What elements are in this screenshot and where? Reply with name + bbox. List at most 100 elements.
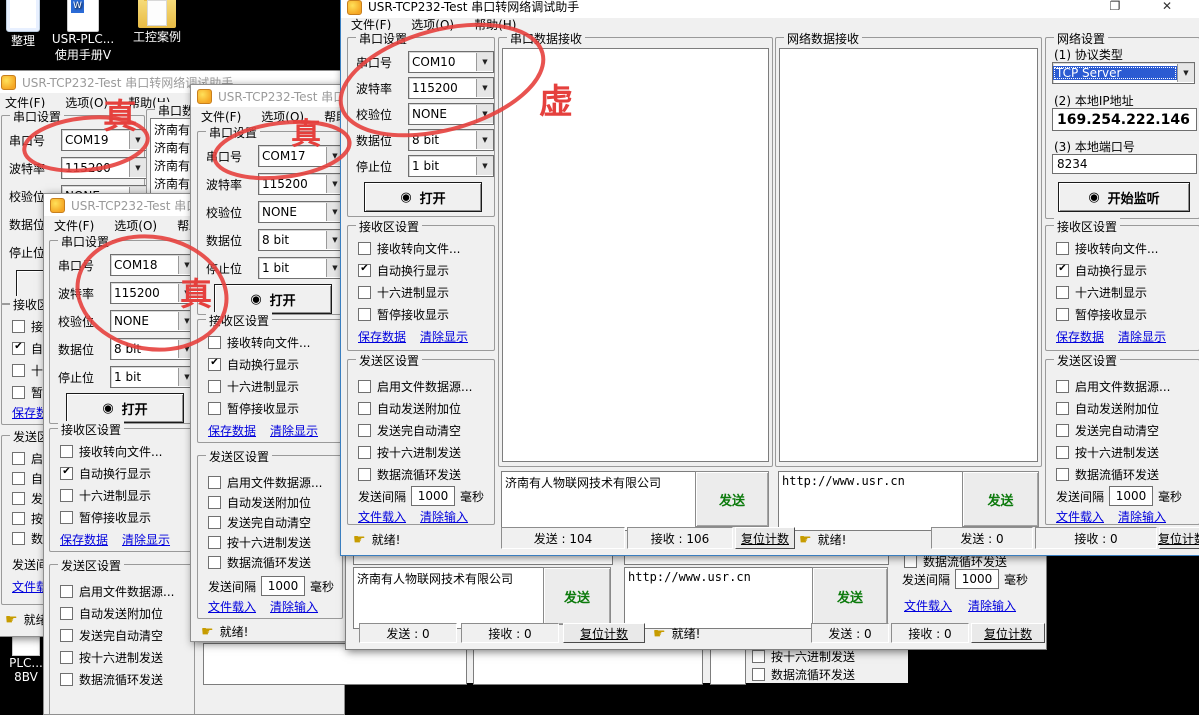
clear-input-link[interactable]: 清除输入 <box>968 597 1016 614</box>
network-receive-box[interactable] <box>779 48 1038 462</box>
checkbox-file-source[interactable]: 启用文件数据源... <box>358 378 472 395</box>
clear-input-link[interactable]: 清除输入 <box>270 598 318 615</box>
parity-select[interactable]: NONE▼ <box>110 310 196 332</box>
clear-input-link[interactable]: 清除输入 <box>1118 508 1166 525</box>
checkbox-file-source[interactable]: 启用文件数据源... <box>1056 378 1170 395</box>
serial-send-button[interactable]: 发送 <box>543 567 611 625</box>
start-listen-button[interactable]: ◉开始监听 <box>1058 182 1190 212</box>
checkbox-send-hex[interactable]: 按十六进制发送 <box>208 534 311 551</box>
menu-file[interactable]: 文件(F) <box>54 217 94 234</box>
checkbox-pause-recv[interactable]: 暂停接收显示 <box>208 400 299 417</box>
databits-select[interactable]: 8 bit▼ <box>408 129 494 151</box>
reset-count-button[interactable]: 复位计数 <box>735 527 795 549</box>
desktop-icon-industry-cases[interactable]: 工控案例 <box>122 0 192 45</box>
serial-send-button[interactable]: 发送 <box>695 471 769 527</box>
checkbox-clear-after-send[interactable]: 发送完自动清空 <box>358 422 461 439</box>
file-load-link[interactable]: 文件载入 <box>208 598 256 615</box>
checkbox-loop-send[interactable]: 数据流循环发送 <box>358 466 461 483</box>
checkbox-auto-append[interactable]: 自动发送附加位 <box>208 494 311 511</box>
desktop-icon-usr-plc-manual[interactable]: W USR-PLC... 使用手册V <box>48 0 118 63</box>
checkbox-clear-after-send[interactable]: 发送完自动清空 <box>208 514 311 531</box>
protocol-select[interactable]: TCP Server ▼ <box>1052 62 1195 84</box>
checkbox-recv-to-file[interactable]: 接收转向文件... <box>60 443 162 460</box>
checkbox-loop-send[interactable]: 数据流循环发送 <box>1056 466 1159 483</box>
checkbox-pause-recv[interactable]: 暂停接收显示 <box>60 509 151 526</box>
checkbox-auto-newline[interactable]: 自动换行显示 <box>358 262 449 279</box>
local-port-input[interactable]: 8234 <box>1052 154 1197 174</box>
menu-options[interactable]: 选项(O) <box>411 16 454 33</box>
checkbox-auto-newline[interactable]: 自动换行显示 <box>208 356 299 373</box>
file-load-link[interactable]: 文件载入 <box>358 508 406 525</box>
clear-display-link[interactable]: 清除显示 <box>122 531 170 548</box>
menu-options[interactable]: 选项(O) <box>65 94 108 111</box>
network-send-button[interactable]: 发送 <box>812 567 888 625</box>
stopbits-select[interactable]: 1 bit▼ <box>110 366 196 388</box>
checkbox-loop-send[interactable]: 数据流循环发送 <box>60 671 163 688</box>
checkbox-pause-recv[interactable]: 暂停接收显示 <box>358 306 449 323</box>
reset-count-button[interactable]: 复位计数 <box>563 623 645 643</box>
com-port-select[interactable]: COM19▼ <box>61 129 147 151</box>
interval-input[interactable]: 1000 <box>955 569 999 589</box>
databits-select[interactable]: 8 bit▼ <box>110 338 196 360</box>
com-port-select[interactable]: COM17▼ <box>258 145 344 167</box>
parity-select[interactable]: NONE▼ <box>258 201 344 223</box>
save-data-link[interactable]: 保存数据 <box>60 531 108 548</box>
maximize-button[interactable]: ❐ <box>1093 0 1137 15</box>
save-data-link[interactable]: 保存数据 <box>1056 328 1104 345</box>
network-send-input[interactable]: http://www.usr.cn <box>778 471 966 531</box>
baud-select[interactable]: 115200▼ <box>258 173 344 195</box>
checkbox-hex-display[interactable]: 十六进制显示 <box>358 284 449 301</box>
checkbox-send-hex[interactable]: 按十六进制发送 <box>752 648 855 665</box>
checkbox-send-hex[interactable]: 按十六进制发送 <box>358 444 461 461</box>
checkbox-loop-send[interactable]: 数据流循环发送 <box>752 666 855 683</box>
open-port-button[interactable]: ◉打开 <box>364 182 482 212</box>
clear-display-link[interactable]: 清除显示 <box>270 422 318 439</box>
serial-send-input[interactable]: 济南有人物联网技术有限公司 <box>501 471 697 531</box>
clear-display-link[interactable]: 清除显示 <box>1118 328 1166 345</box>
menu-options[interactable]: 选项(O) <box>261 108 304 125</box>
menu-file[interactable]: 文件(F) <box>201 108 241 125</box>
interval-input[interactable]: 1000 <box>411 486 455 506</box>
databits-select[interactable]: 8 bit▼ <box>258 229 344 251</box>
clear-input-link[interactable]: 清除输入 <box>420 508 468 525</box>
serial-receive-box[interactable] <box>502 48 769 462</box>
checkbox-auto-append[interactable]: 自动发送附加位 <box>60 605 163 622</box>
checkbox-recv-to-file[interactable]: 接收转向文件... <box>1056 240 1158 257</box>
titlebar[interactable]: USR-TCP232-Test 串口转网络调试助手 <box>191 85 348 107</box>
save-data-link[interactable]: 保存数据 <box>208 422 256 439</box>
parity-select[interactable]: NONE▼ <box>408 103 494 125</box>
baud-select[interactable]: 115200▼ <box>408 77 494 99</box>
reset-count-button[interactable]: 复位计数 <box>1159 527 1199 549</box>
com-port-select[interactable]: COM10▼ <box>408 51 494 73</box>
checkbox-clear-after-send[interactable]: 发送完自动清空 <box>1056 422 1159 439</box>
com-port-select[interactable]: COM18▼ <box>110 254 196 276</box>
checkbox-send-hex[interactable]: 按十六进制发送 <box>1056 444 1159 461</box>
checkbox-send-hex[interactable]: 按十六进制发送 <box>60 649 163 666</box>
serial-send-input[interactable]: 济南有人物联网技术有限公司 <box>353 567 545 629</box>
local-ip-input[interactable]: 169.254.222.146 <box>1052 108 1197 131</box>
checkbox-pause-recv[interactable]: 暂停接收显示 <box>1056 306 1147 323</box>
stopbits-select[interactable]: 1 bit▼ <box>408 155 494 177</box>
reset-count-button[interactable]: 复位计数 <box>971 623 1045 643</box>
checkbox-auto-newline[interactable]: 自动换行显示 <box>1056 262 1147 279</box>
checkbox-hex-display[interactable]: 十六进制显示 <box>60 487 151 504</box>
checkbox-auto-newline[interactable]: 自动换行显示 <box>60 465 151 482</box>
open-port-button[interactable]: ◉打开 <box>66 393 184 423</box>
file-load-link[interactable]: 文件载入 <box>1056 508 1104 525</box>
save-data-link[interactable]: 保存数据 <box>358 328 406 345</box>
interval-input[interactable]: 1000 <box>1109 486 1153 506</box>
baud-select[interactable]: 115200▼ <box>110 282 196 304</box>
file-load-link[interactable]: 文件载入 <box>904 597 952 614</box>
network-send-input[interactable]: http://www.usr.cn <box>624 567 814 629</box>
checkbox-hex-display[interactable]: 十六进制显示 <box>208 378 299 395</box>
baud-select[interactable]: 115200▼ <box>61 157 147 179</box>
checkbox-file-source[interactable]: 启用文件数据源... <box>208 474 322 491</box>
interval-input[interactable]: 1000 <box>261 576 305 596</box>
checkbox-auto-append[interactable]: 自动发送附加位 <box>1056 400 1159 417</box>
checkbox-file-source[interactable]: 启用文件数据源... <box>60 583 174 600</box>
checkbox-hex-display[interactable]: 十六进制显示 <box>1056 284 1147 301</box>
checkbox-recv-to-file[interactable]: 接收转向文件... <box>208 334 310 351</box>
clear-display-link[interactable]: 清除显示 <box>420 328 468 345</box>
checkbox-clear-after-send[interactable]: 发送完自动清空 <box>60 627 163 644</box>
desktop-icon-organize[interactable]: 整理 <box>0 0 46 49</box>
